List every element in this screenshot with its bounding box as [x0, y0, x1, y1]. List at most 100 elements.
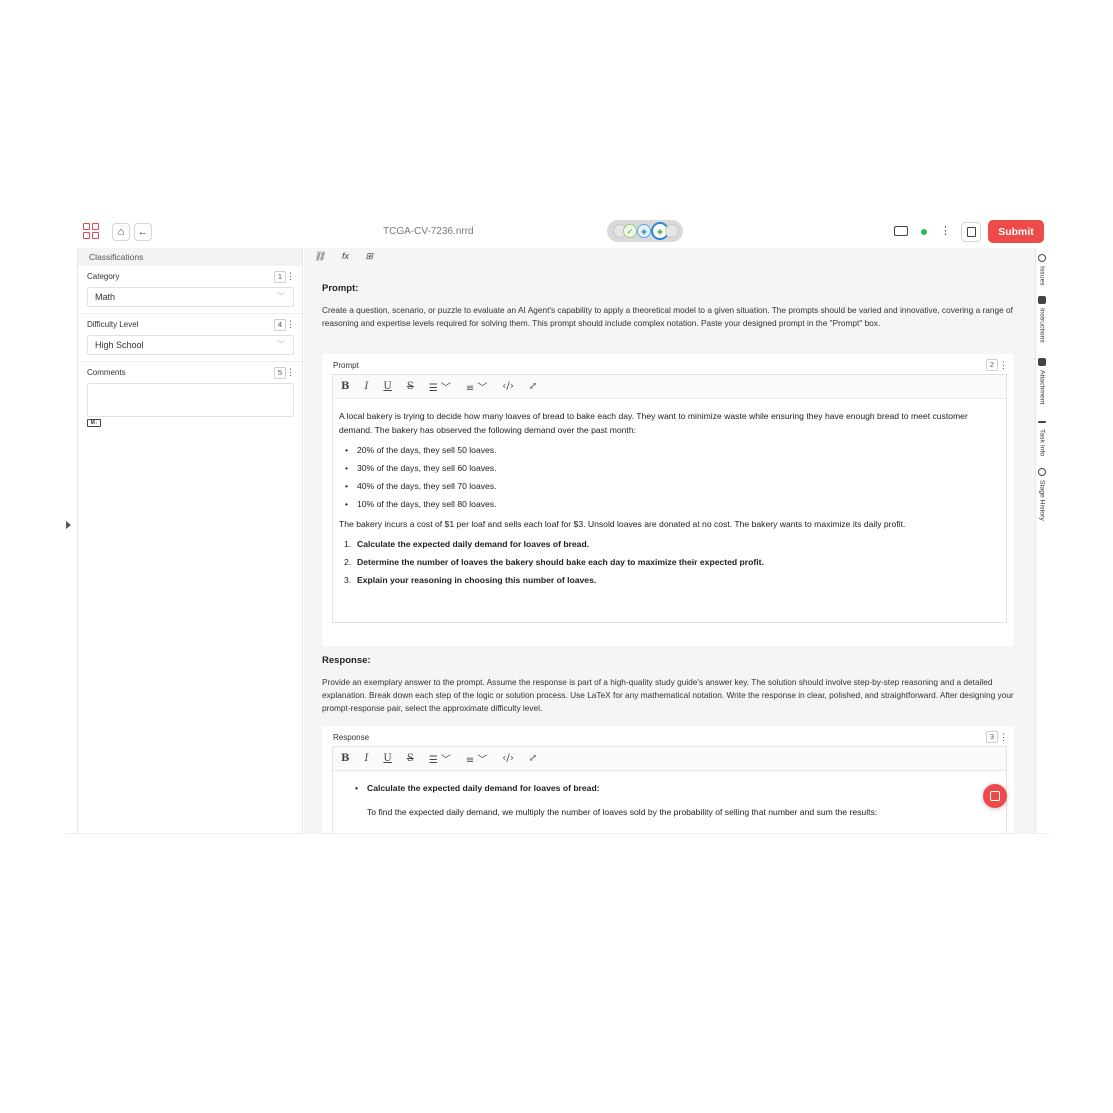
- chevron-down-icon: ﹀: [277, 292, 285, 301]
- keyboard-icon[interactable]: [894, 226, 908, 236]
- response-description: Provide an exemplary answer to the promp…: [322, 677, 1014, 713]
- rail-label: Attachment: [1038, 370, 1046, 405]
- prompt-card-label: Prompt: [333, 361, 359, 370]
- chevron-down-icon: ﹀: [277, 340, 285, 349]
- dash-icon: [1038, 421, 1046, 423]
- response-editor-body[interactable]: Calculate the expected daily demand for …: [333, 771, 1006, 833]
- rail-item-attachment[interactable]: Attachment: [1036, 358, 1047, 404]
- floating-action-button[interactable]: [983, 784, 1007, 808]
- prompt-editor[interactable]: B I U S ☰ ﹀ ≡ ﹀ ‹/› ⤢ A local bakery is …: [332, 374, 1007, 623]
- code-icon[interactable]: ‹/›: [502, 381, 513, 392]
- underline-icon[interactable]: U: [383, 381, 391, 392]
- field-menu-icon[interactable]: ⋮: [286, 368, 295, 377]
- difficulty-field: Difficulty Level 4 ⋮ High School ﹀: [78, 314, 302, 362]
- comments-textarea[interactable]: [87, 383, 294, 417]
- bold-icon[interactable]: B: [341, 753, 349, 764]
- demand-list: 20% of the days, they sell 50 loaves. 30…: [339, 443, 1000, 511]
- comments-field: Comments 5 ⋮ M↓: [78, 362, 302, 433]
- bullet-list-icon[interactable]: ☰ ﹀: [429, 751, 451, 766]
- more-menu-icon[interactable]: ⋮: [940, 226, 951, 237]
- main-content: ⛓ fx ⊞ Prompt: Create a question, scenar…: [304, 248, 1035, 833]
- classifications-panel: Classifications Category 1 ⋮ Math ﹀ Diff…: [77, 248, 303, 833]
- save-icon: [966, 227, 976, 237]
- rail-item-issues[interactable]: Issues: [1036, 254, 1047, 286]
- prompt-intro: A local bakery is trying to decide how m…: [339, 411, 968, 435]
- prompt-editor-body[interactable]: A local bakery is trying to decide how m…: [333, 399, 1006, 601]
- response-editor[interactable]: B I U S ☰ ﹀ ≡ ﹀ ‹/› ⤢ Calculate the expe…: [332, 746, 1007, 833]
- app-logo-icon[interactable]: [83, 223, 100, 240]
- field-menu-icon[interactable]: ⋮: [286, 320, 295, 329]
- classifications-title: Classifications: [78, 248, 302, 266]
- italic-icon[interactable]: I: [364, 381, 368, 392]
- list-item: 20% of the days, they sell 50 loaves.: [345, 443, 1000, 457]
- bullet-list-icon[interactable]: ☰ ﹀: [429, 379, 451, 394]
- underline-icon[interactable]: U: [383, 753, 391, 764]
- submit-button[interactable]: Submit: [988, 220, 1044, 243]
- divider: [64, 833, 1049, 834]
- check-icon[interactable]: ✓: [623, 224, 637, 238]
- prompt-section-title: Prompt:: [322, 283, 359, 294]
- bold-icon[interactable]: B: [341, 381, 349, 392]
- rail-item-stage-history[interactable]: Stage History: [1036, 468, 1047, 521]
- difficulty-select[interactable]: High School ﹀: [87, 335, 294, 355]
- markdown-icon: M↓: [87, 419, 101, 427]
- rail-item-instructions[interactable]: Instructions: [1036, 296, 1047, 343]
- prompt-description: Create a question, scenario, or puzzle t…: [322, 305, 1013, 328]
- strikethrough-icon[interactable]: S: [407, 381, 414, 392]
- list-item: 2. Determine the number of loaves the bak…: [344, 557, 764, 567]
- code-icon[interactable]: ‹/›: [502, 753, 513, 764]
- numbered-list-icon[interactable]: ≡ ﹀: [466, 751, 488, 766]
- function-icon[interactable]: fx: [342, 251, 349, 261]
- expand-panel-icon[interactable]: [66, 521, 71, 529]
- list-item: Calculate the expected daily demand for …: [355, 781, 1000, 795]
- prompt-card: Prompt 2 ⋮ B I U S ☰ ﹀ ≡ ﹀ ‹/› ⤢ A local…: [322, 354, 1014, 646]
- link-icon[interactable]: ⛓: [314, 251, 325, 261]
- numbered-list-icon[interactable]: ≡ ﹀: [466, 379, 488, 394]
- list-item: 3. Explain your reasoning in choosing thi…: [344, 575, 597, 585]
- italic-icon[interactable]: I: [364, 753, 368, 764]
- chart-icon: [990, 791, 1000, 801]
- rail-item-task-info[interactable]: Task Info: [1036, 418, 1047, 456]
- top-bar: ⌂ ← TCGA-CV-7236.nrrd ✓ ◈ ◈ ⋮ Submit: [77, 216, 1047, 248]
- tag-icon[interactable]: ◈: [637, 224, 651, 238]
- difficulty-value: High School: [95, 340, 144, 350]
- right-rail: Issues Instructions Attachment Task Info…: [1035, 248, 1047, 833]
- stage-progress[interactable]: ✓ ◈ ◈: [607, 220, 683, 242]
- expand-icon[interactable]: ⤢: [529, 753, 537, 764]
- list-item: 30% of the days, they sell 60 loaves.: [345, 461, 1000, 475]
- field-menu-icon[interactable]: ⋮: [286, 272, 295, 281]
- comments-label: Comments: [87, 368, 126, 377]
- card-menu-icon[interactable]: ⋮: [999, 360, 1008, 371]
- category-label: Category: [87, 272, 120, 281]
- response-card: Response 3 ⋮ B I U S ☰ ﹀ ≡ ﹀ ‹/› ⤢ Calcu…: [322, 726, 1014, 833]
- response-body-text: To find the expected daily demand, we mu…: [367, 807, 878, 817]
- shortcut-badge: 5: [274, 367, 286, 379]
- list-item: 40% of the days, they sell 70 loaves.: [345, 479, 1000, 493]
- insert-icon[interactable]: ⊞: [365, 251, 373, 261]
- rail-label: Instructions: [1038, 308, 1046, 343]
- cost-text: The bakery incurs a cost of $1 per loaf …: [339, 519, 906, 529]
- home-icon[interactable]: ⌂: [112, 223, 130, 241]
- annotation-app: ⌂ ← TCGA-CV-7236.nrrd ✓ ◈ ◈ ⋮ Submit Cla…: [77, 216, 1047, 833]
- list-item: 10% of the days, they sell 80 loaves.: [345, 497, 1000, 511]
- shortcut-badge: 1: [274, 271, 286, 283]
- question-list: 1. Calculate the expected daily demand fo…: [339, 537, 1000, 587]
- shortcut-badge: 3: [986, 731, 998, 743]
- expand-icon[interactable]: ⤢: [529, 381, 537, 392]
- response-section-title: Response:: [322, 655, 371, 666]
- category-select[interactable]: Math ﹀: [87, 287, 294, 307]
- clock-icon: [1038, 468, 1046, 476]
- chat-icon: [1038, 254, 1046, 262]
- card-menu-icon[interactable]: ⋮: [999, 732, 1008, 743]
- category-field: Category 1 ⋮ Math ﹀: [78, 266, 302, 314]
- shortcut-badge: 4: [274, 319, 286, 331]
- book-icon: [1038, 296, 1046, 304]
- back-arrow-icon[interactable]: ←: [134, 223, 152, 241]
- file-name: TCGA-CV-7236.nrrd: [383, 226, 474, 237]
- editor-toolbar: B I U S ☰ ﹀ ≡ ﹀ ‹/› ⤢: [333, 375, 1006, 399]
- response-card-label: Response: [333, 733, 370, 742]
- main-toolbar: ⛓ fx ⊞: [304, 248, 1035, 266]
- strikethrough-icon[interactable]: S: [407, 753, 414, 764]
- pending-stage-icon[interactable]: [665, 224, 679, 238]
- save-button[interactable]: [961, 222, 981, 242]
